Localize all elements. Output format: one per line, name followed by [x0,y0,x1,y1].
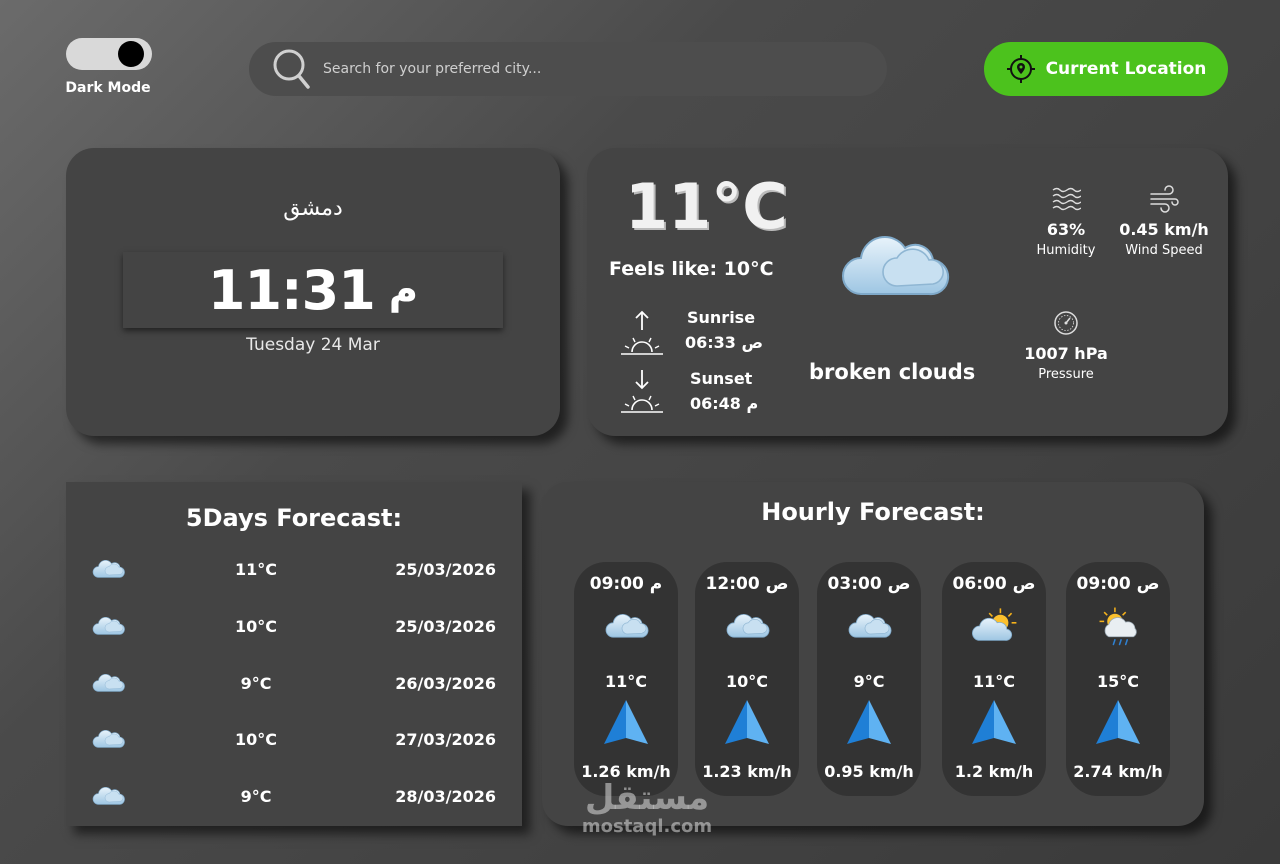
wind-value: 0.45 km/h [1119,220,1209,239]
wind-stat: 0.45 km/h Wind Speed [1109,184,1219,258]
feels-like: Feels like: 10°C [609,258,774,280]
watermark: مستقل mostaql.com [562,780,732,837]
forecast-day-row: 10°C 27/03/2026 [66,724,522,760]
pressure-gauge-icon [1054,311,1078,335]
city-name: دمشق [283,196,343,221]
sunrise-label: Sunrise [687,308,756,327]
cloud-icon [602,606,650,646]
cloud-icon [90,668,126,698]
wind-direction-arrow-icon [847,700,891,746]
forecast-day-date: 28/03/2026 [395,787,496,806]
current-time: 11:31 [207,258,376,322]
cloud-icon [90,724,126,754]
pressure-stat: 1007 hPa Pressure [1011,308,1121,382]
hourly-temp: 9°C [853,672,885,691]
hourly-item: 06:00 ص 11°C 1.2 km/h [942,562,1046,796]
sunset-time: 06:48 م [690,394,759,413]
wind-direction-arrow-icon [1096,700,1140,746]
sun-cloud-icon [970,606,1018,646]
watermark-arabic: مستقل [584,778,710,818]
forecast-day-row: 10°C 25/03/2026 [66,611,522,647]
forecast-day-temp: 11°C [234,560,277,579]
hourly-title: Hourly Forecast: [761,498,985,526]
time-ampm: م [388,267,419,313]
forecast-day-row: 11°C 25/03/2026 [66,554,522,590]
hourly-wind: 1.2 km/h [954,762,1034,781]
hourly-temp: 10°C [725,672,768,691]
forecast-day-temp: 9°C [240,674,272,693]
cloud-icon [845,606,893,646]
forecast-day-date: 25/03/2026 [395,617,496,636]
sunrise-time: 06:33 ص [685,333,764,352]
five-day-title: 5Days Forecast: [185,504,403,532]
hourly-time: 09:00 ص [1076,574,1160,594]
wind-direction-arrow-icon [725,700,769,746]
search-input[interactable] [323,61,863,77]
forecast-day-row: 9°C 26/03/2026 [66,668,522,704]
forecast-day-date: 26/03/2026 [395,674,496,693]
search-bar[interactable] [249,42,887,96]
current-weather-card: 11°C Feels like: 10°C Sunrise 06:33 ص Su… [587,148,1228,436]
pressure-label: Pressure [1038,367,1094,382]
broken-clouds-icon [833,224,953,308]
forecast-day-temp: 10°C [234,617,277,636]
cloud-icon [90,781,126,811]
toggle-knob [118,41,144,67]
wind-direction-arrow-icon [972,700,1016,746]
current-temperature: 11°C [625,170,788,243]
hourly-wind: 0.95 km/h [824,762,914,781]
cloud-icon [90,611,126,641]
sun-rain-icon [1094,606,1142,646]
forecast-day-date: 25/03/2026 [395,560,496,579]
wind-label: Wind Speed [1125,243,1203,258]
city-time-card: دمشق 11:31 م Tuesday 24 Mar [66,148,560,436]
search-icon [273,49,310,89]
watermark-latin: mostaql.com [581,816,713,837]
forecast-day-temp: 9°C [240,787,272,806]
hourly-temp: 11°C [604,672,647,691]
forecast-day-row: 9°C 28/03/2026 [66,781,522,817]
hourly-temp: 11°C [972,672,1015,691]
cloud-icon [90,554,126,584]
hourly-wind: 1.23 km/h [702,762,792,781]
sunset-label: Sunset [690,369,753,388]
hourly-time: 03:00 ص [827,574,911,594]
time-box: 11:31 م [123,252,503,328]
humidity-label: Humidity [1036,243,1096,258]
location-target-icon [1006,55,1035,83]
five-day-forecast-card: 5Days Forecast: 11°C 25/03/2026 10°C 25/… [66,482,522,826]
current-date: Tuesday 24 Mar [246,335,380,355]
hourly-time: 06:00 ص [952,574,1036,594]
hourly-temp: 15°C [1096,672,1139,691]
hourly-item: 03:00 ص 9°C 0.95 km/h [817,562,921,796]
pressure-value: 1007 hPa [1024,344,1108,363]
forecast-day-date: 27/03/2026 [395,730,496,749]
hourly-item: 09:00 ص 15°C 2.74 km/h [1066,562,1170,796]
hourly-item: 09:00 م 11°C 1.26 km/h [574,562,678,796]
sunrise-icon [621,310,663,355]
cloud-icon [723,606,771,646]
humidity-waves-icon [1052,187,1081,211]
wind-direction-arrow-icon [604,700,648,746]
hourly-time: 12:00 ص [705,574,789,594]
current-location-label: Current Location [1045,59,1207,79]
hourly-time: 09:00 م [589,574,663,594]
forecast-day-temp: 10°C [234,730,277,749]
hourly-wind: 2.74 km/h [1073,762,1163,781]
weather-description: broken clouds [809,360,976,384]
dark-mode-toggle[interactable] [66,38,152,70]
hourly-forecast-card: Hourly Forecast: 09:00 م 11°C 1.26 km/h … [542,482,1204,826]
humidity-value: 63% [1046,220,1086,239]
wind-icon [1150,185,1179,213]
hourly-item: 12:00 ص 10°C 1.23 km/h [695,562,799,796]
current-location-button[interactable]: Current Location [984,42,1228,96]
sunset-icon [621,370,663,413]
humidity-stat: 63% Humidity [1011,184,1121,258]
dark-mode-label: Dark Mode [65,80,151,96]
